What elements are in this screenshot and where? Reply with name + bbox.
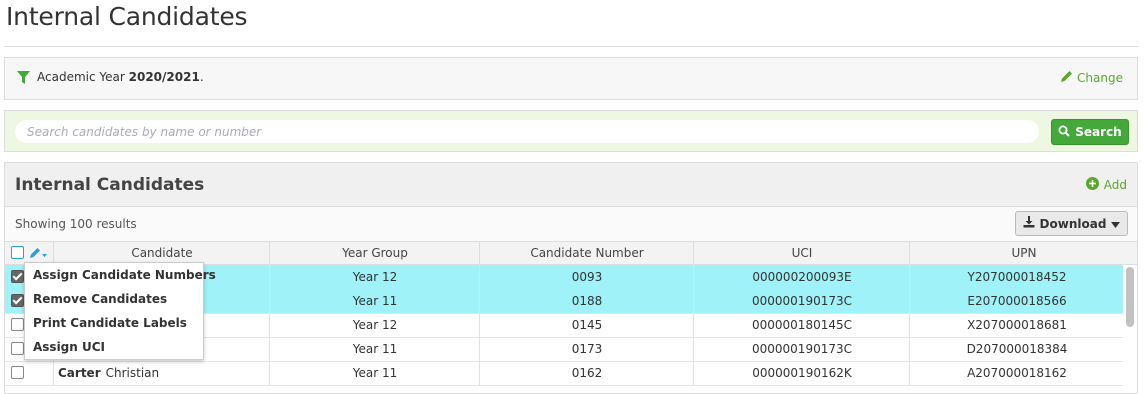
- bulk-actions-menu: Assign Candidate Numbers Remove Candidat…: [24, 262, 216, 360]
- search-input[interactable]: [15, 120, 1039, 143]
- table-scrollbar[interactable]: [1126, 267, 1134, 327]
- select-all-checkbox[interactable]: [11, 246, 24, 259]
- cell-candidate-number: 0145: [479, 313, 694, 337]
- col-candidate[interactable]: Candidate: [53, 242, 270, 264]
- cell-upn: A207000018162: [909, 361, 1124, 385]
- filter-label: Academic Year: [37, 70, 125, 84]
- download-label: Download: [1039, 216, 1107, 231]
- table-row[interactable]: Carter Christian Year 11 0162 000000190162K A…: [5, 361, 1123, 386]
- filter-icon: [17, 70, 30, 89]
- search-button-label: Search: [1075, 125, 1122, 139]
- change-filter-link[interactable]: Change: [1060, 70, 1123, 86]
- cell-uci: 000000190173C: [693, 289, 910, 313]
- download-icon: [1023, 216, 1035, 231]
- results-count: Showing 100 results: [15, 217, 137, 231]
- caret-down-icon: [1111, 217, 1121, 231]
- candidate-surname: Carter: [58, 366, 101, 380]
- row-checkbox[interactable]: [11, 318, 24, 331]
- col-candidate-number[interactable]: Candidate Number: [479, 242, 694, 264]
- search-icon: [1058, 125, 1070, 140]
- panel-title: Internal Candidates: [15, 175, 205, 195]
- change-label: Change: [1077, 71, 1123, 85]
- row-checkbox[interactable]: [11, 366, 24, 379]
- add-candidate-link[interactable]: Add: [1085, 177, 1127, 193]
- cell-upn: D207000018384: [909, 337, 1124, 361]
- panel-header: Internal Candidates Add: [5, 163, 1137, 207]
- menu-remove-candidates[interactable]: Remove Candidates: [33, 287, 167, 311]
- cell-candidate-number: 0173: [479, 337, 694, 361]
- page-title: Internal Candidates: [6, 2, 248, 31]
- cell-uci: 000000190162K: [693, 361, 910, 385]
- cell-uci: 000000200093E: [693, 265, 910, 289]
- col-uci[interactable]: UCI: [693, 242, 910, 264]
- menu-print-candidate-labels[interactable]: Print Candidate Labels: [33, 311, 187, 335]
- add-label: Add: [1103, 178, 1127, 192]
- cell-year-group: Year 12: [269, 313, 480, 337]
- cell-candidate[interactable]: Carter Christian: [53, 361, 270, 385]
- col-upn[interactable]: UPN: [909, 242, 1138, 264]
- cell-year-group: Year 11: [269, 361, 480, 385]
- cell-upn: Y207000018452: [909, 265, 1124, 289]
- row-checkbox[interactable]: [11, 342, 24, 355]
- cell-uci: 000000190173C: [693, 337, 910, 361]
- cell-year-group: Year 11: [269, 289, 480, 313]
- download-button[interactable]: Download: [1015, 211, 1128, 236]
- filter-value: 2020/2021: [128, 70, 200, 84]
- cell-year-group: Year 11: [269, 337, 480, 361]
- cell-upn: X207000018681: [909, 313, 1124, 337]
- title-divider: [4, 46, 1138, 47]
- filter-bar: Academic Year 2020/2021. Change: [4, 57, 1138, 100]
- menu-assign-candidate-numbers[interactable]: Assign Candidate Numbers: [33, 263, 216, 287]
- cell-upn: E207000018566: [909, 289, 1124, 313]
- plus-circle-icon: [1085, 177, 1099, 193]
- cell-candidate-number: 0162: [479, 361, 694, 385]
- row-checkbox[interactable]: [11, 294, 24, 307]
- search-bar: Search: [4, 110, 1138, 152]
- search-button[interactable]: Search: [1051, 119, 1129, 145]
- cell-year-group: Year 12: [269, 265, 480, 289]
- pencil-icon: [1060, 70, 1073, 86]
- cell-uci: 000000180145C: [693, 313, 910, 337]
- col-year-group[interactable]: Year Group: [269, 242, 480, 264]
- results-toolbar: Showing 100 results Download: [5, 207, 1137, 241]
- menu-assign-uci[interactable]: Assign UCI: [33, 335, 105, 359]
- cell-candidate-number: 0188: [479, 289, 694, 313]
- filter-summary: Academic Year 2020/2021.: [37, 70, 204, 84]
- cell-candidate-number: 0093: [479, 265, 694, 289]
- row-checkbox[interactable]: [11, 270, 24, 283]
- filter-suffix: .: [199, 70, 204, 84]
- candidate-forename: Christian: [105, 366, 160, 380]
